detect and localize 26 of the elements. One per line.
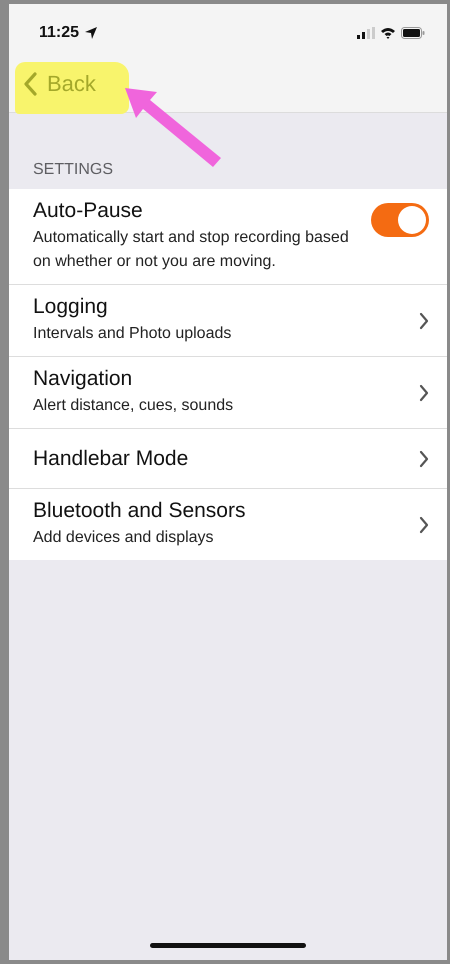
chevron-icon [419,450,429,468]
settings-row[interactable]: Bluetooth and Sensors Add devices and displays [9,489,447,560]
section-header: SETTINGS [33,161,114,179]
toggle-switch[interactable] [371,202,429,236]
chevron-icon [419,516,429,534]
settings-row[interactable]: Auto-Pause Automatically start and stop recording based on whether or not you are moving. [9,189,447,285]
row-subtitle: Alert distance, cues, sounds [33,396,234,416]
settings-row[interactable]: Navigation Alert distance, cues, sounds [9,357,447,429]
chevron-icon [419,312,429,330]
settings-row[interactable]: Logging Intervals and Photo uploads [9,285,447,357]
signal-icon [357,27,375,39]
row-subtitle: Intervals and Photo uploads [33,324,232,344]
wifi-icon [380,27,396,39]
row-subtitle: Automatically start and stop recording based on whether or not you are moving. [33,228,350,272]
row-title: Auto-Pause [33,199,144,223]
row-title: Logging [33,295,109,319]
row-title: Bluetooth and Sensors [33,499,246,523]
status-time: 11:25 [39,24,80,42]
row-subtitle: Add devices and displays [33,528,215,548]
settings-row[interactable]: Handlebar Mode [9,429,447,489]
chevron-icon [419,384,429,402]
back-chevron-icon [23,72,37,96]
row-title: Handlebar Mode [33,446,190,470]
battery-icon [401,27,425,39]
location-icon [84,26,98,40]
row-title: Navigation [33,367,134,391]
